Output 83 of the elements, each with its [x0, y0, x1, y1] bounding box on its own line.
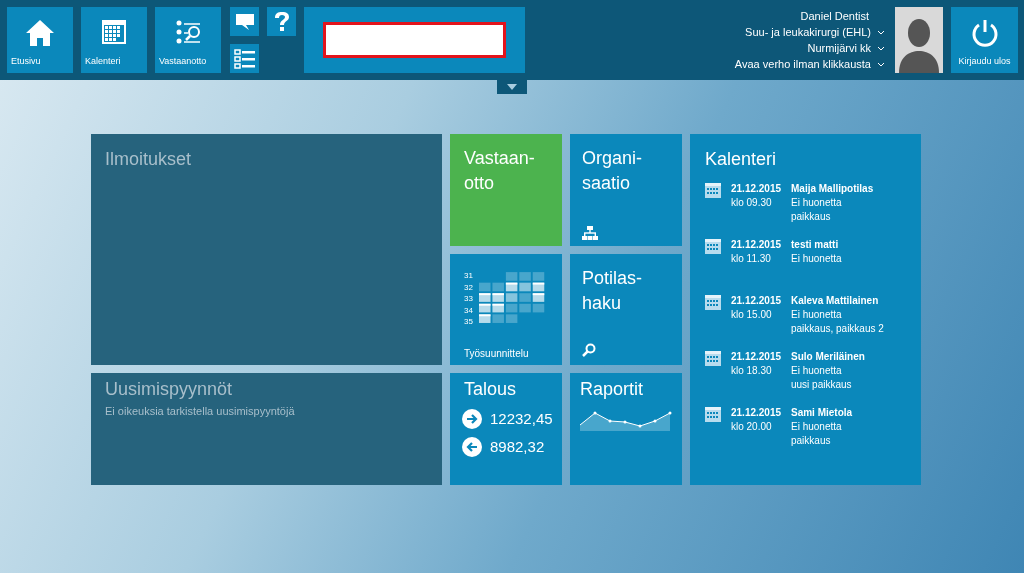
patient-name: Kaleva Mattilainen: [791, 294, 880, 308]
calendar-icon: [705, 295, 721, 310]
appointment-room: Ei huonetta: [791, 420, 843, 434]
checklist-icon: [233, 48, 256, 69]
patient-search-tile[interactable]: Potilas- haku: [570, 254, 682, 365]
appointment-date: 21.12.2015: [731, 182, 783, 196]
nav-tile-button[interactable]: Vastaanotto: [155, 7, 221, 73]
notices-tile[interactable]: Ilmoitukset: [91, 134, 442, 365]
week-number: 34: [464, 304, 473, 316]
appointment-room: Ei huonetta: [791, 252, 843, 266]
organisation-tile[interactable]: Organi- saatio: [570, 134, 682, 246]
chevron-down-icon: [877, 29, 885, 35]
appointment-time: klo 20.00: [731, 420, 773, 434]
calendar-icon: [101, 19, 127, 45]
calendar-tile[interactable]: [690, 134, 921, 485]
speech-bubble-icon: [234, 11, 255, 32]
patient-name: testi matti: [791, 238, 840, 252]
appointment-time: klo 15.00: [731, 308, 773, 322]
icon-button[interactable]: [230, 44, 259, 73]
reports-tile[interactable]: Raportit: [570, 373, 682, 485]
tile-title: Raportit: [580, 378, 644, 401]
reception-tile[interactable]: Vastaan- otto: [450, 134, 562, 246]
calendar-icon: [705, 351, 721, 366]
icon-button[interactable]: [267, 7, 296, 36]
patient-name: Sami Mietola: [791, 406, 854, 420]
nav-tile-button[interactable]: Kalenteri: [81, 7, 147, 73]
icon-button[interactable]: [230, 7, 259, 36]
tile-title: Vastaan- otto: [464, 147, 536, 195]
appointment-procedure: paikkaus: [791, 434, 832, 448]
tile-label: Työsuunnittelu: [464, 347, 530, 361]
appointment-time: klo 18.30: [731, 364, 773, 378]
appointment-date: 21.12.2015: [731, 406, 783, 420]
appointment-room: Ei huonetta: [791, 364, 843, 378]
week-number: 31: [464, 270, 473, 282]
patient-name: Maija Mallipotilas: [791, 182, 875, 196]
renewals-message: Ei oikeuksia tarkistella uusimispyyntöjä: [105, 404, 295, 419]
help-icon: [272, 10, 291, 33]
tile-title: Ilmoitukset: [105, 149, 192, 169]
tile-title: Potilas- haku: [582, 267, 643, 315]
dropdown[interactable]: Avaa verho ilman klikkausta: [734, 56, 885, 72]
nav-tile-button[interactable]: Etusivu: [7, 7, 73, 73]
appointment-procedure: uusi paikkaus: [791, 378, 853, 392]
tile-title: Uusimispyynnöt: [105, 378, 233, 401]
arrow-right-icon: [462, 409, 482, 430]
finance-amount: 12232,45: [490, 409, 553, 429]
calendar-icon: [705, 407, 721, 422]
dropdown[interactable]: Nurmijärvi kk: [807, 40, 885, 56]
finance-tile[interactable]: Talous 12232,45 8982,32: [450, 373, 562, 485]
calendar-icon: [705, 183, 721, 198]
expand-tab[interactable]: [497, 80, 527, 94]
week-number: 32: [464, 281, 473, 293]
renewals-tile[interactable]: Uusimispyynnöt Ei oikeuksia tarkistella uusimispyyntöjä: [91, 373, 442, 485]
week-number: 35: [464, 316, 473, 328]
org-chart-icon: [582, 226, 598, 240]
calendar-icon: [705, 239, 721, 254]
patient-name: Sulo Meriläinen: [791, 350, 866, 364]
appointment-time: klo 11.30: [731, 252, 772, 266]
tile-title: Kalenteri: [705, 148, 778, 171]
appointment-time: klo 09.30: [731, 196, 773, 210]
logout-button[interactable]: Kirjaudu ulos: [951, 7, 1018, 73]
week-number: 33: [464, 293, 473, 305]
appointment-date: 21.12.2015: [731, 350, 783, 364]
finance-amount: 8982,32: [490, 436, 545, 457]
tile-title: Talous: [464, 378, 517, 401]
appointment-room: Ei huonetta: [791, 196, 843, 210]
dropdown[interactable]: Suu- ja leukakirurgi (EHL): [745, 24, 885, 40]
search-field[interactable]: [323, 22, 506, 58]
chevron-down-icon: [877, 45, 885, 51]
work-planning-tile[interactable]: 31 32 33 34 35 Työsuunnittelu: [450, 254, 562, 365]
appointment-room: Ei huonetta: [791, 308, 843, 322]
appointment-date: 21.12.2015: [731, 238, 783, 252]
chevron-down-icon: [877, 61, 885, 67]
user-name: Daniel Dentist: [800, 9, 870, 24]
appointment-procedure: paikkaus, paikkaus 2: [791, 322, 885, 336]
search-icon: [582, 343, 596, 357]
triangle-down-icon: [507, 84, 517, 90]
arrow-left-icon: [462, 436, 482, 457]
power-icon: [970, 19, 999, 47]
house-icon: [25, 19, 55, 47]
appointment-date: 21.12.2015: [731, 294, 783, 308]
appointment-procedure: paikkaus: [791, 210, 832, 224]
avatar-silhouette: [895, 7, 943, 73]
tile-title: Organi- saatio: [582, 147, 643, 195]
